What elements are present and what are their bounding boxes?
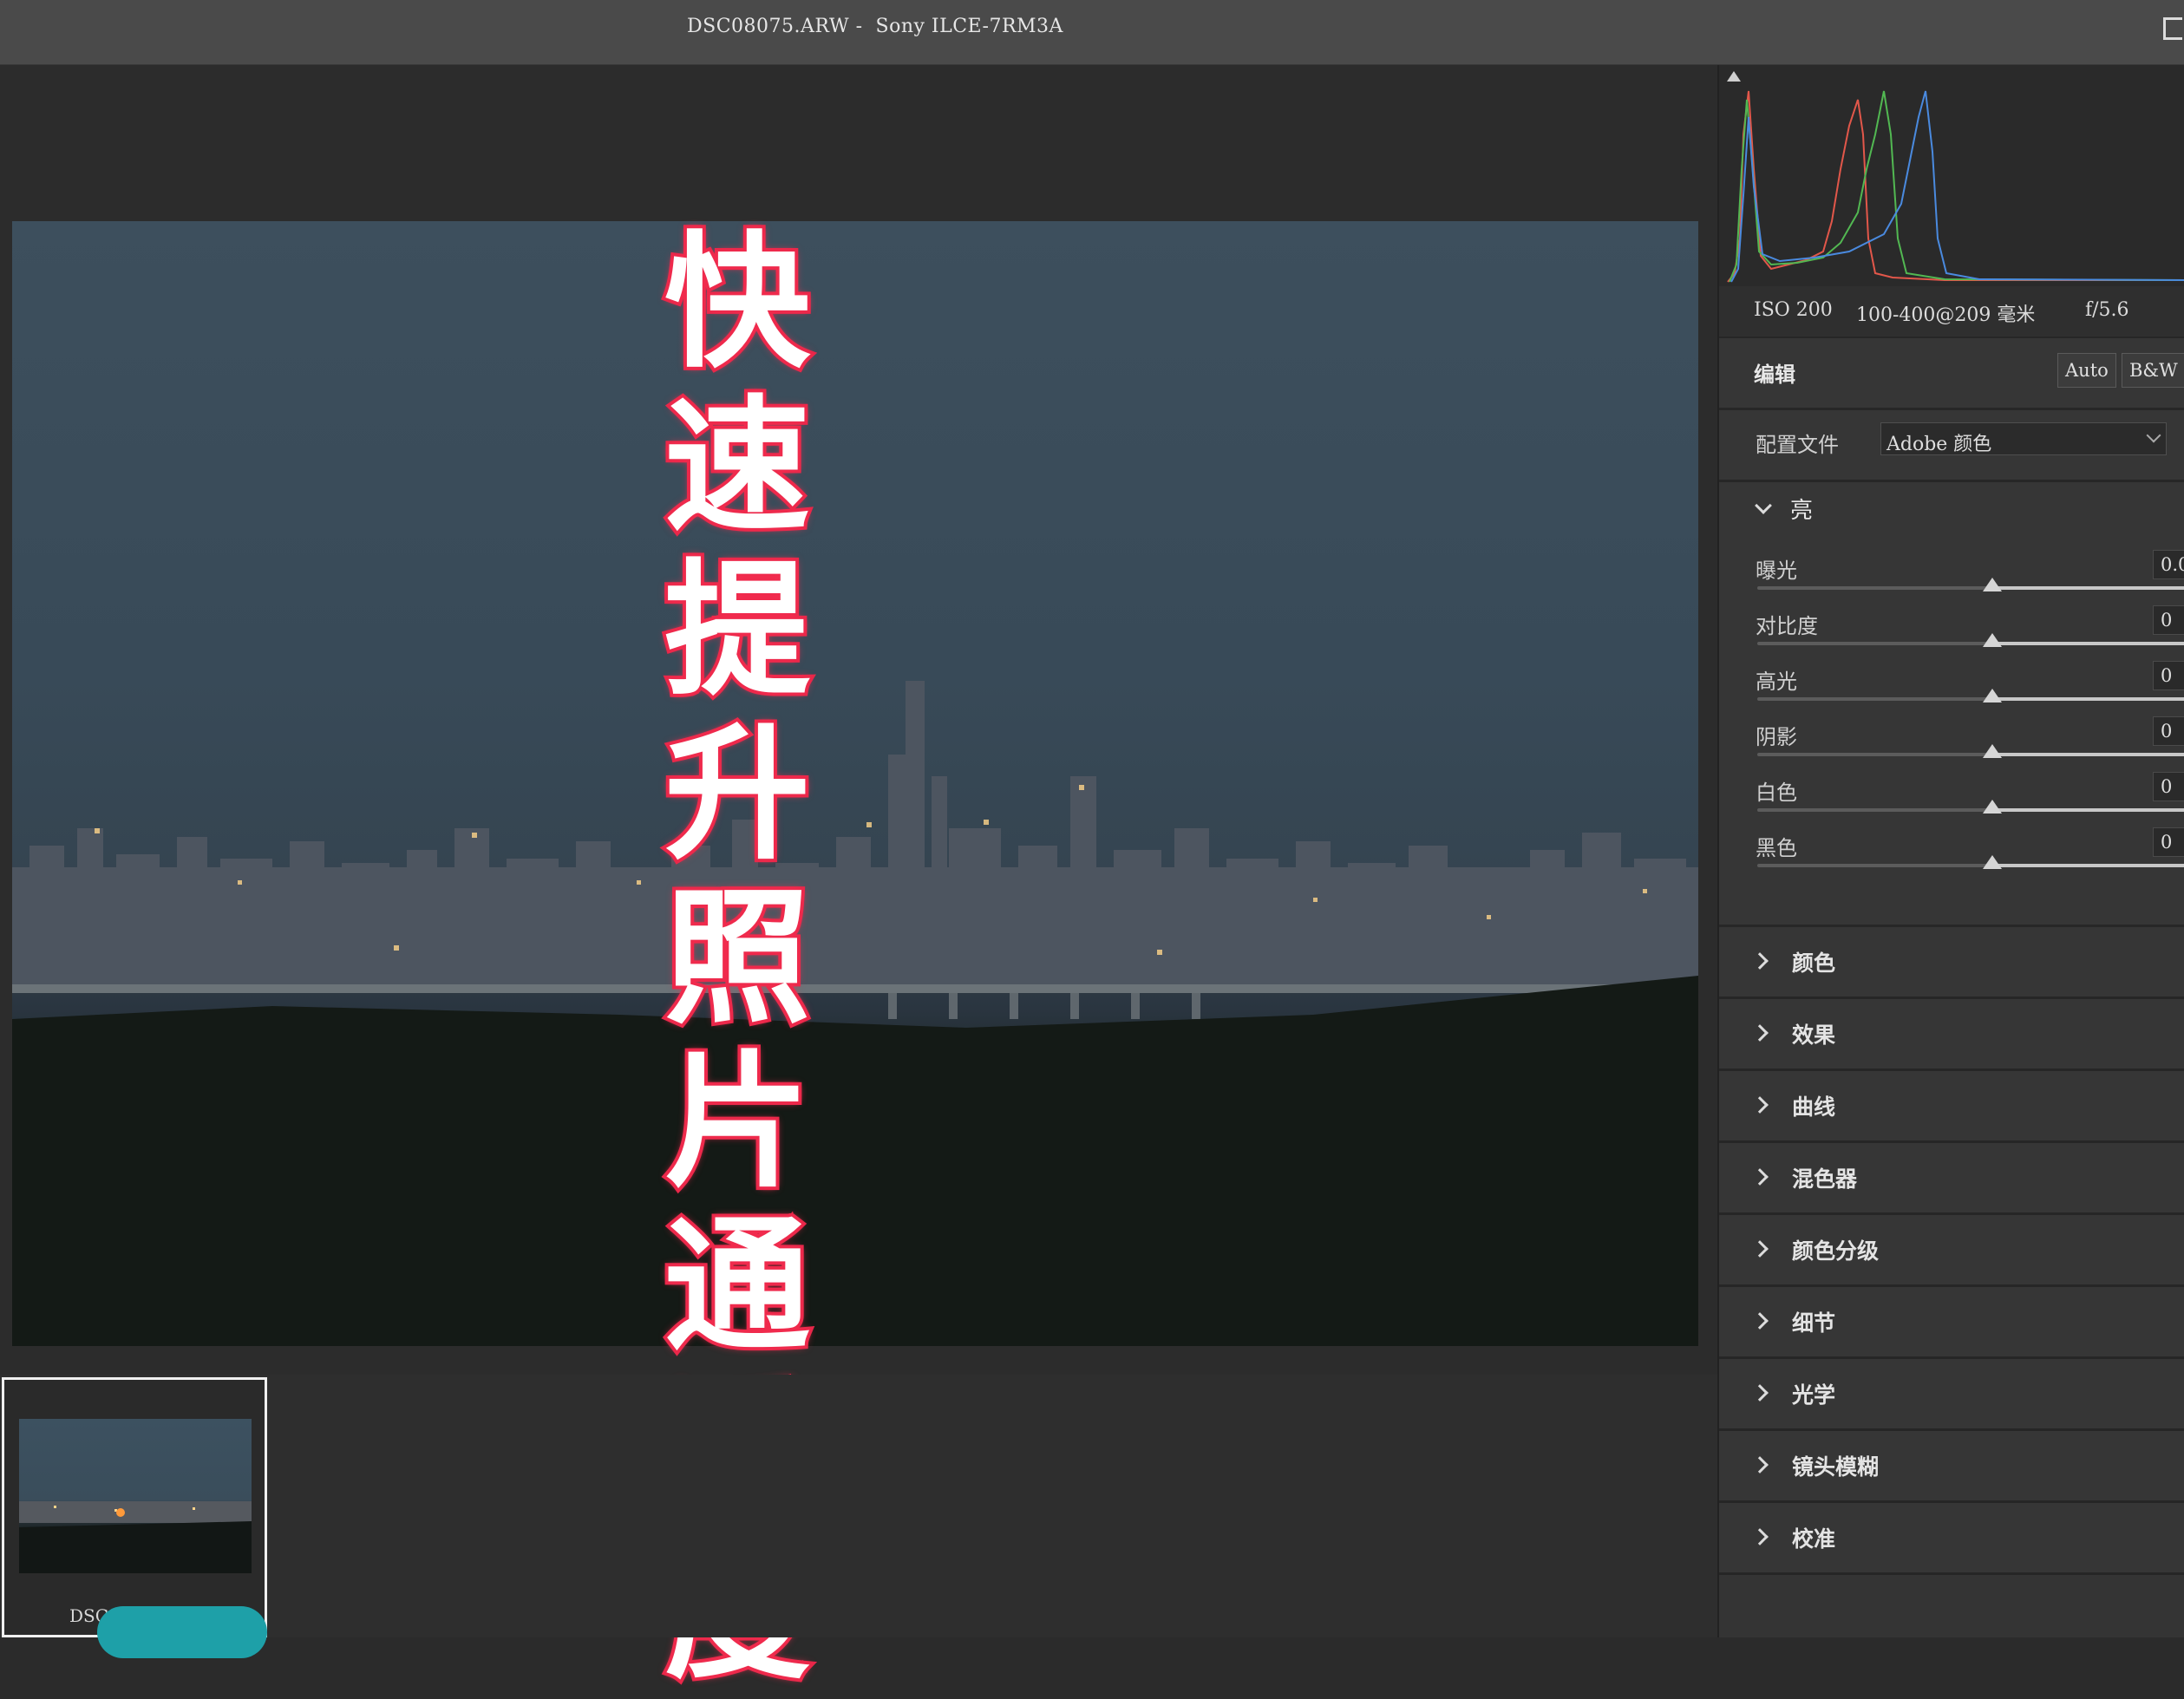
section-optics[interactable]: 光学 [1719, 1359, 2184, 1431]
window-title: DSC08075.ARW - Sony ILCE-7RM3A [687, 16, 1063, 37]
iso-value: ISO 200 [1754, 299, 1833, 321]
light-section: 亮 曝光 0.00 对比度 0 高光 0 阴影 0 [1719, 482, 2184, 927]
profile-value: Adobe 颜色 [1886, 434, 1992, 455]
edit-header: 编辑 Auto B&W [1719, 338, 2184, 410]
slider-handle[interactable] [1983, 744, 2002, 758]
chevron-right-icon [1751, 1096, 1769, 1114]
slider-label: 黑色 [1756, 836, 1797, 860]
slider-value-field[interactable]: 0 [2153, 605, 2184, 635]
whites-slider[interactable]: 白色 0 [1719, 772, 2184, 831]
thumbnail-image [19, 1419, 252, 1573]
section-lens-blur[interactable]: 镜头模糊 [1719, 1431, 2184, 1503]
section-label: 镜头模糊 [1792, 1454, 1880, 1480]
slider-handle[interactable] [1983, 800, 2002, 814]
slider-handle[interactable] [1983, 633, 2002, 647]
slider-value-field[interactable]: 0 [2153, 772, 2184, 801]
section-label: 曲线 [1792, 1095, 1836, 1120]
blacks-slider[interactable]: 黑色 0 [1719, 827, 2184, 886]
slider-fill [1988, 753, 2184, 756]
slider-value-field[interactable]: 0 [2153, 827, 2184, 857]
edit-panel: ISO 200 100-400@209 毫米 f/5.6 编辑 Auto B&W… [1717, 65, 2184, 1637]
exposure-slider[interactable]: 曝光 0.00 [1719, 550, 2184, 609]
slider-handle[interactable] [1983, 689, 2002, 702]
overlay-char: 照 [661, 873, 814, 1044]
slider-fill [1988, 697, 2184, 701]
filmstrip-thumbnail[interactable]: DSC [2, 1377, 267, 1637]
overlay-char: 提 [661, 546, 814, 716]
slider-fill [1988, 642, 2184, 645]
floating-action-button[interactable] [97, 1606, 267, 1658]
chevron-right-icon [1751, 1456, 1769, 1474]
slider-label: 对比度 [1756, 614, 1818, 638]
chevron-right-icon [1751, 952, 1769, 970]
aperture-value: f/5.6 [2085, 299, 2129, 321]
image-canvas[interactable]: 快 速 提 升 照 片 通 透 度 [0, 65, 1717, 1699]
chevron-right-icon [1751, 1024, 1769, 1042]
filmstrip: DSC [0, 1375, 1717, 1637]
chevron-right-icon [1751, 1528, 1769, 1545]
histogram [1719, 65, 2184, 286]
slider-value-field[interactable]: 0 [2153, 661, 2184, 690]
section-mixer[interactable]: 混色器 [1719, 1143, 2184, 1215]
section-color-grading[interactable]: 颜色分级 [1719, 1215, 2184, 1287]
title-bar: DSC08075.ARW - Sony ILCE-7RM3A [0, 0, 2184, 65]
overlay-char: 片 [661, 1037, 814, 1208]
section-label: 光学 [1792, 1382, 1836, 1408]
chevron-right-icon [1751, 1384, 1769, 1402]
slider-fill [1988, 586, 2184, 590]
chevron-down-icon [1755, 497, 1772, 514]
section-label: 颜色 [1792, 951, 1836, 976]
chevron-right-icon [1751, 1168, 1769, 1186]
section-detail[interactable]: 细节 [1719, 1287, 2184, 1359]
slider-label: 曝光 [1756, 559, 1797, 583]
section-label: 颜色分级 [1792, 1238, 1880, 1264]
section-label: 细节 [1792, 1310, 1836, 1336]
chevron-down-icon [2146, 428, 2161, 443]
window-restore-icon[interactable] [2163, 17, 2182, 40]
section-label: 效果 [1792, 1023, 1836, 1048]
slider-label: 阴影 [1756, 725, 1797, 749]
slider-fill [1988, 864, 2184, 867]
camera-info: ISO 200 100-400@209 毫米 f/5.6 [1719, 286, 2184, 338]
profile-row: 配置文件 Adobe 颜色 [1719, 410, 2184, 482]
slider-handle[interactable] [1983, 855, 2002, 869]
slider-label: 高光 [1756, 670, 1797, 694]
chevron-right-icon [1751, 1312, 1769, 1330]
profile-label: 配置文件 [1756, 433, 1839, 457]
light-title: 亮 [1790, 498, 1814, 524]
slider-fill [1988, 808, 2184, 812]
profile-dropdown[interactable]: Adobe 颜色 [1880, 422, 2167, 455]
section-color[interactable]: 颜色 [1719, 927, 2184, 999]
slider-handle[interactable] [1983, 578, 2002, 591]
contrast-slider[interactable]: 对比度 0 [1719, 605, 2184, 664]
section-label: 校准 [1792, 1526, 1836, 1552]
lens-value: 100-400@209 毫米 [1856, 304, 2036, 326]
overlay-char: 速 [661, 382, 814, 552]
shadows-slider[interactable]: 阴影 0 [1719, 716, 2184, 775]
slider-value-field[interactable]: 0.00 [2153, 550, 2184, 579]
highlights-slider[interactable]: 高光 0 [1719, 661, 2184, 720]
photo-preview[interactable] [12, 221, 1698, 1346]
auto-button[interactable]: Auto [2057, 353, 2116, 388]
slider-value-field[interactable]: 0 [2153, 716, 2184, 746]
slider-label: 白色 [1756, 781, 1797, 805]
overlay-char: 通 [661, 1201, 814, 1372]
section-effects[interactable]: 效果 [1719, 999, 2184, 1071]
chevron-right-icon [1751, 1240, 1769, 1258]
overlay-char: 快 [661, 218, 814, 389]
overlay-char: 升 [661, 709, 814, 880]
section-curve[interactable]: 曲线 [1719, 1071, 2184, 1143]
bw-button[interactable]: B&W [2122, 353, 2184, 388]
edit-label: 编辑 [1754, 363, 1795, 387]
section-label: 混色器 [1792, 1166, 1858, 1192]
section-calibration[interactable]: 校准 [1719, 1503, 2184, 1575]
